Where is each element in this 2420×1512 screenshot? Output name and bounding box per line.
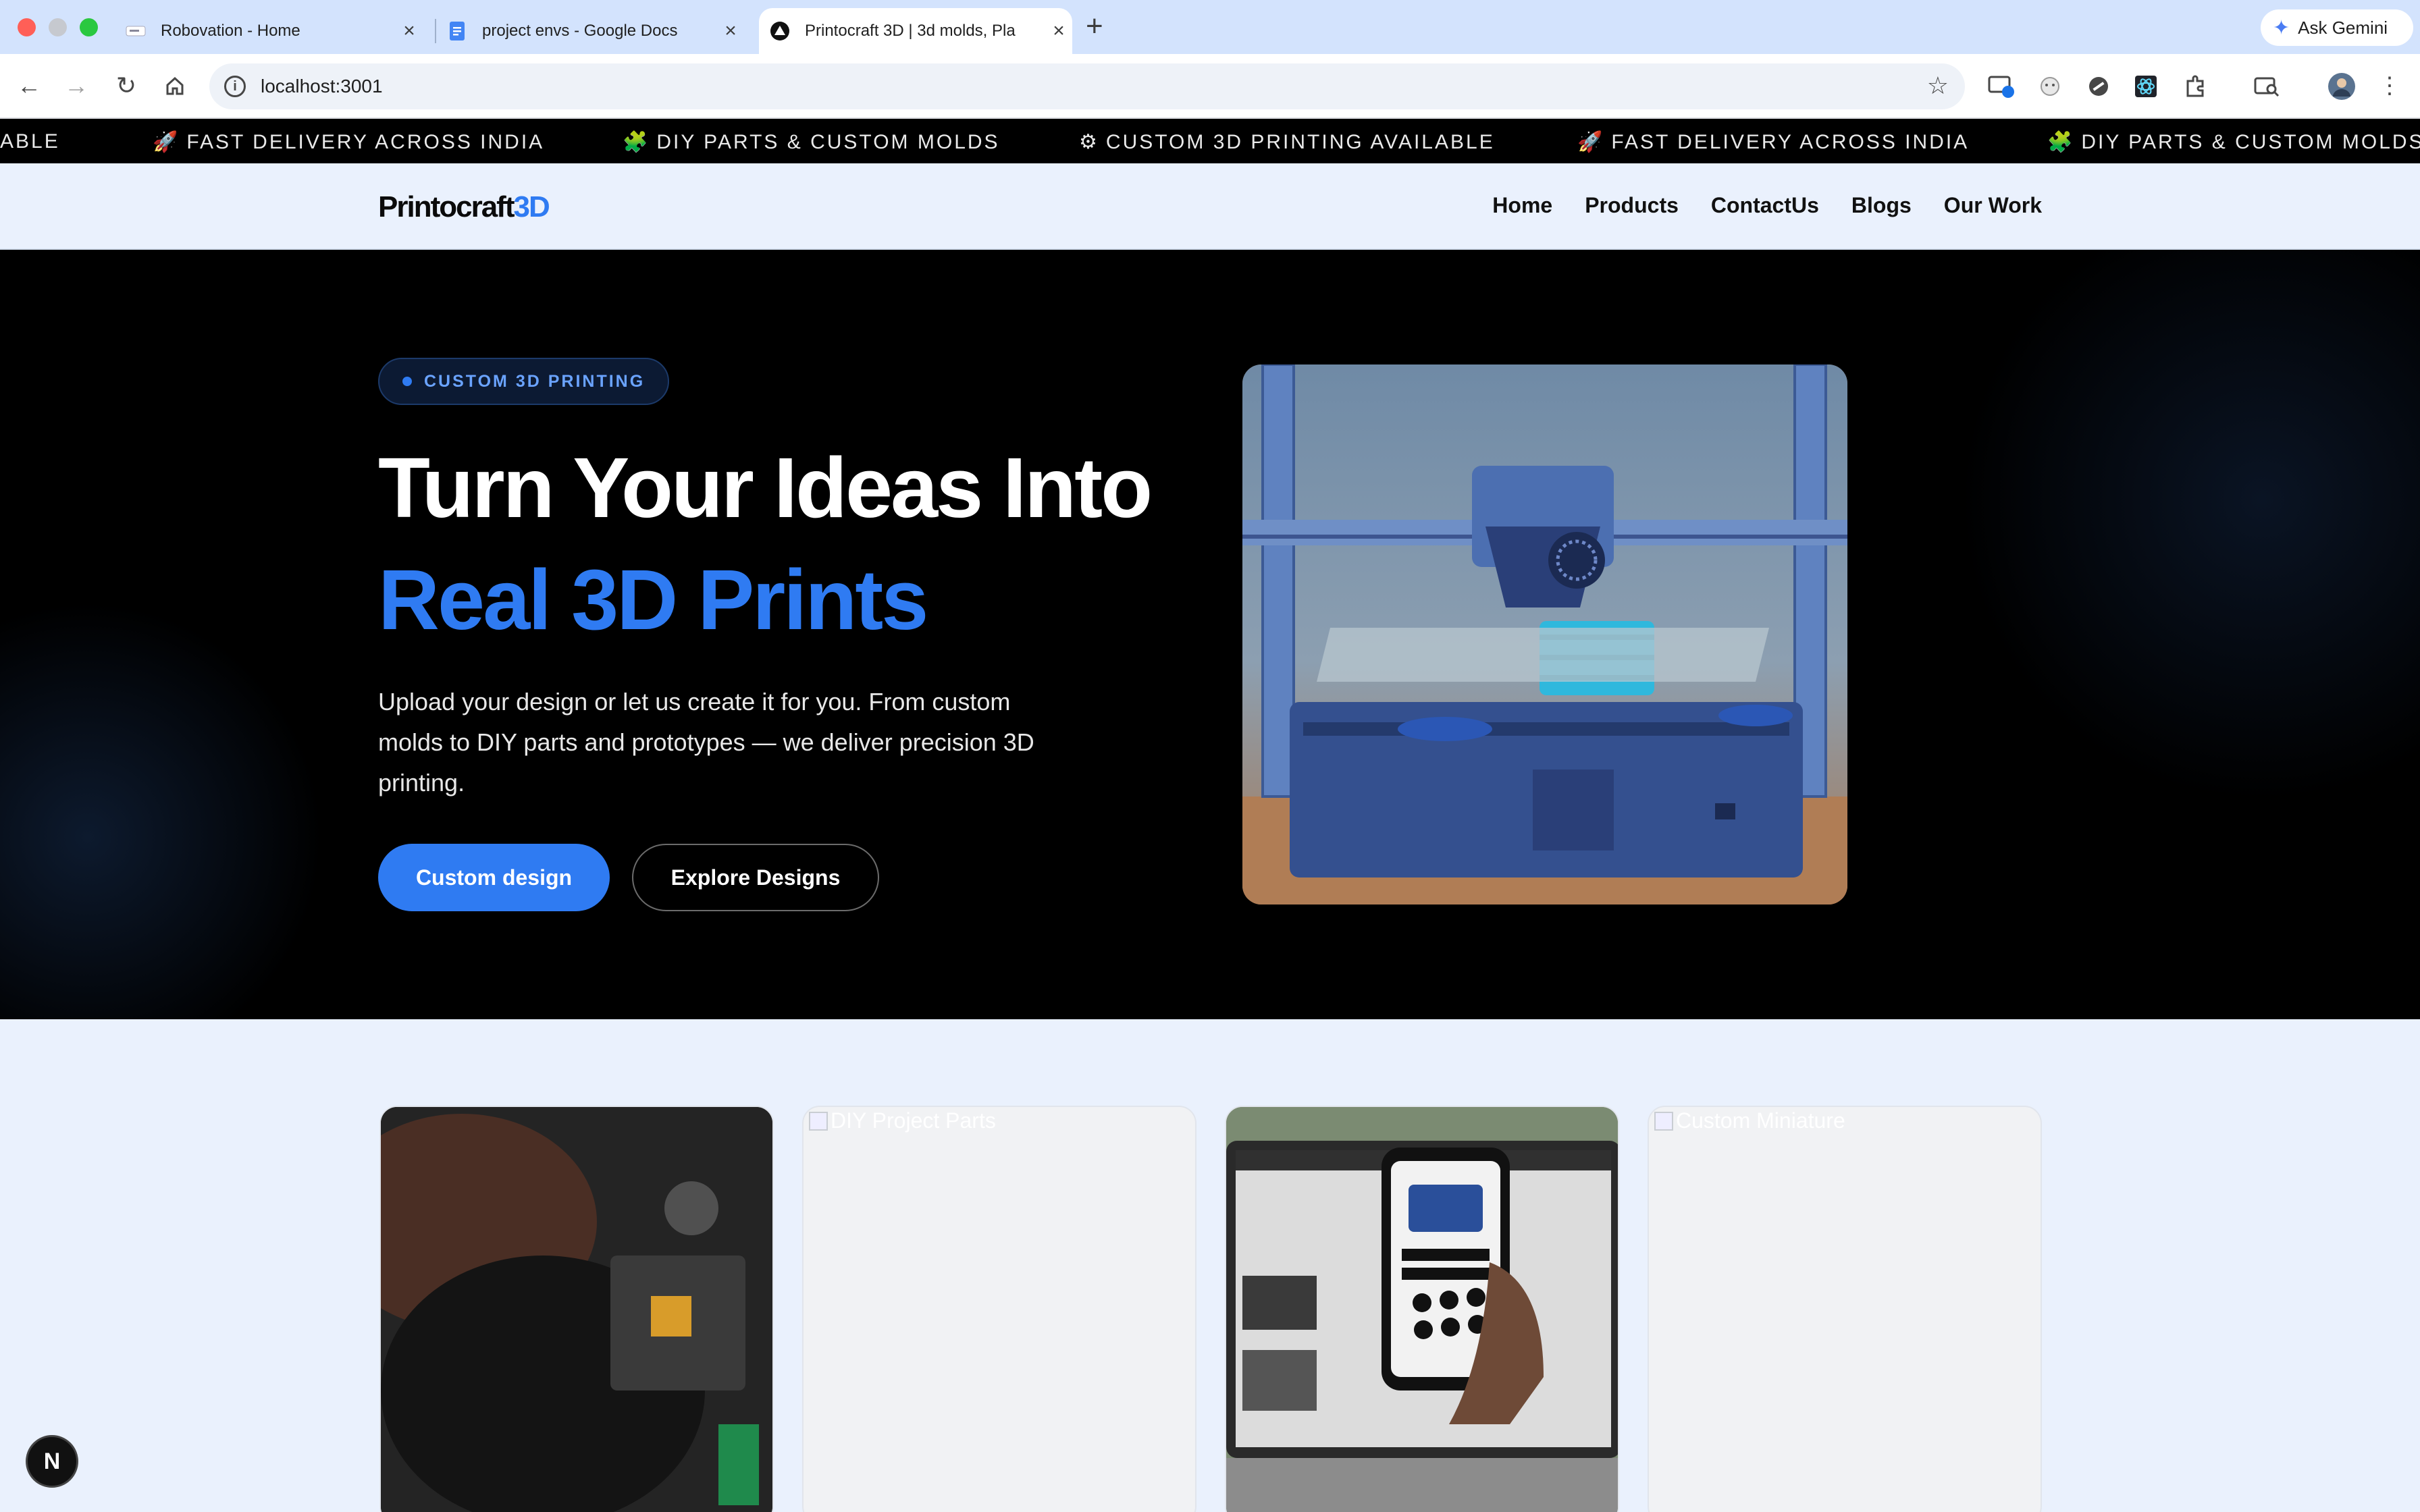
- gear-icon: ⚙: [1079, 131, 1099, 153]
- ticker-item: 🧩 DIY PARTS & CUSTOM MOLDS: [623, 131, 1000, 153]
- nextjs-dev-indicator[interactable]: N: [26, 1435, 78, 1488]
- nav-link-home[interactable]: Home: [1492, 193, 1552, 218]
- url-text[interactable]: localhost:3001: [261, 76, 383, 97]
- new-tab-button[interactable]: +: [1086, 9, 1103, 43]
- tab-title: Robovation - Home: [161, 22, 300, 40]
- badge-dot-icon: [402, 377, 412, 386]
- ask-gemini-button[interactable]: ✦ Ask Gemini: [2261, 9, 2413, 46]
- nav-link-blogs[interactable]: Blogs: [1851, 193, 1912, 218]
- bookmark-star-icon[interactable]: ☆: [1927, 72, 1949, 100]
- printocraft-favicon-icon: [770, 21, 790, 41]
- tab-title: project envs - Google Docs: [482, 22, 678, 40]
- product-card[interactable]: [379, 1106, 774, 1512]
- broken-image-icon: [1654, 1111, 1673, 1131]
- address-bar[interactable]: i localhost:3001 ☆: [209, 63, 1965, 109]
- browser-menu-icon[interactable]: ⋮: [2373, 69, 2406, 103]
- close-tab-icon[interactable]: ×: [717, 20, 744, 43]
- browser-toolbar: ← → ↻ i localhost:3001 ☆ ⋮: [0, 54, 2420, 119]
- close-tab-icon[interactable]: ×: [1045, 20, 1072, 43]
- hero-3d-printer-image: [1242, 364, 1847, 905]
- tab-separator: [435, 19, 436, 43]
- extensions-puzzle-icon[interactable]: [2181, 72, 2211, 101]
- site-logo[interactable]: Printocraft3D: [378, 190, 550, 224]
- card-photo-hands-soldering: [381, 1107, 772, 1512]
- site-info-icon[interactable]: i: [224, 76, 246, 97]
- site-header: Printocraft3D Home Products ContactUs Bl…: [0, 163, 2420, 250]
- explore-designs-button[interactable]: Explore Designs: [632, 844, 879, 911]
- product-card[interactable]: [1225, 1106, 1619, 1512]
- profile-avatar[interactable]: [2327, 72, 2357, 101]
- tab-title: Printocraft 3D | 3d molds, Pla: [805, 22, 1016, 40]
- gemini-sparkle-icon: ✦: [2273, 16, 2290, 39]
- product-card[interactable]: Custom Miniature: [1648, 1106, 2042, 1512]
- rocket-icon: 🚀: [1577, 131, 1605, 153]
- bear-extension-icon[interactable]: [2035, 72, 2065, 101]
- main-nav: Home Products ContactUs Blogs Our Work: [1492, 193, 2042, 218]
- product-card[interactable]: DIY Project Parts: [802, 1106, 1196, 1512]
- browser-tab-printocraft[interactable]: Printocraft 3D | 3d molds, Pla ×: [759, 8, 1072, 54]
- ticker-item: 🚀 FAST DELIVERY ACROSS INDIA: [153, 131, 545, 153]
- browser-tab-google-docs[interactable]: project envs - Google Docs ×: [447, 8, 744, 54]
- puzzle-icon: 🧩: [623, 131, 650, 153]
- close-tab-icon[interactable]: ×: [396, 20, 423, 43]
- ticker-item: ⚙ CUSTOM 3D PRINTING AVAILABLE: [1079, 131, 1495, 153]
- robovation-favicon-icon: [126, 21, 146, 41]
- nav-link-contact[interactable]: ContactUs: [1711, 193, 1819, 218]
- home-icon[interactable]: [158, 69, 192, 103]
- broken-image-alt-text: Custom Miniature: [1654, 1108, 1845, 1133]
- ticker-item: 🧩 DIY PARTS & CUSTOM MOLDS: [2047, 131, 2420, 153]
- cast-extension-icon[interactable]: [1987, 72, 2016, 101]
- announcement-ticker: ABLE 🚀 FAST DELIVERY ACROSS INDIA 🧩 DIY PA…: [0, 119, 2420, 163]
- browser-tab-robovation[interactable]: Robovation - Home ×: [126, 8, 423, 54]
- back-arrow-icon[interactable]: ←: [12, 69, 46, 103]
- blocker-extension-icon[interactable]: [2084, 72, 2113, 101]
- hero-headline-line2: Real 3D Prints: [378, 552, 928, 647]
- hero-description: Upload your design or let us create it f…: [378, 688, 1034, 796]
- ticker-item: 🚀 FAST DELIVERY ACROSS INDIA: [1577, 131, 1970, 153]
- nav-link-products[interactable]: Products: [1585, 193, 1679, 218]
- broken-image-alt-text: DIY Project Parts: [809, 1108, 996, 1133]
- forward-arrow-icon[interactable]: →: [59, 69, 93, 103]
- reload-icon[interactable]: ↻: [109, 69, 143, 103]
- rocket-icon: 🚀: [153, 131, 180, 153]
- minimize-window-button[interactable]: [49, 18, 67, 36]
- hero-section: CUSTOM 3D PRINTING Turn Your Ideas Into …: [0, 250, 2420, 1019]
- tab-search-icon[interactable]: [2253, 72, 2282, 101]
- react-devtools-icon[interactable]: [2131, 72, 2161, 101]
- close-window-button[interactable]: [18, 18, 36, 36]
- hero-headline-line1: Turn Your Ideas Into: [378, 440, 1153, 535]
- ask-gemini-label: Ask Gemini: [2298, 17, 2388, 38]
- browser-tab-strip: Robovation - Home × project envs - Googl…: [0, 0, 2420, 54]
- background-glow: [0, 601, 324, 1019]
- nav-link-our-work[interactable]: Our Work: [1944, 193, 2042, 218]
- maximize-window-button[interactable]: [80, 18, 98, 36]
- broken-image-icon: [809, 1111, 828, 1131]
- card-photo-phone-and-laptop: [1226, 1107, 1618, 1512]
- background-glow: [1958, 250, 2420, 803]
- custom-design-button[interactable]: Custom design: [378, 844, 610, 911]
- puzzle-icon: 🧩: [2047, 131, 2075, 153]
- google-docs-icon: [447, 21, 467, 41]
- ticker-item: ABLE: [0, 130, 60, 153]
- hero-badge: CUSTOM 3D PRINTING: [378, 358, 670, 405]
